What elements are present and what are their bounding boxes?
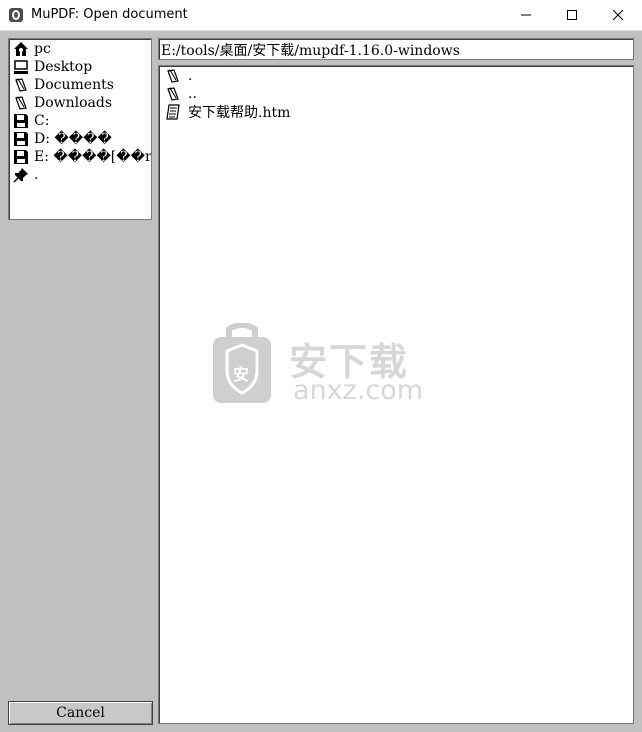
folder-icon: [165, 68, 181, 84]
watermark-badge: 安: [233, 365, 250, 384]
maximize-button[interactable]: [549, 0, 595, 30]
mupdf-app-icon: [8, 7, 24, 23]
place-label: Documents: [34, 77, 114, 93]
place-item-downloads[interactable]: Downloads: [13, 94, 112, 112]
document-icon: [165, 104, 181, 120]
place-item-drive-d[interactable]: D: ����: [13, 130, 112, 148]
file-list[interactable]: . .. 安下载帮助.htm 安 安下载 anxz.com: [158, 65, 634, 724]
minimize-button[interactable]: [503, 0, 549, 30]
place-item-pinned[interactable]: .: [13, 166, 38, 184]
file-name: .: [188, 68, 193, 84]
file-name: 安下载帮助.htm: [188, 105, 291, 121]
title-bar: MuPDF: Open document: [0, 0, 642, 31]
close-icon: [613, 10, 623, 20]
place-item-pc[interactable]: pc: [13, 40, 51, 58]
disk-icon: [13, 149, 29, 165]
watermark: 安 安下载 anxz.com: [213, 323, 433, 409]
place-label: Downloads: [34, 95, 113, 111]
watermark-domain: anxz.com: [293, 375, 424, 406]
home-icon: [13, 41, 29, 57]
place-item-drive-e[interactable]: E: ����[��r: [13, 148, 152, 166]
pin-icon: [13, 167, 29, 183]
places-list[interactable]: pc Desktop Documents Downloads C: D: ���…: [8, 38, 152, 220]
file-item-parent-dir[interactable]: ..: [165, 85, 197, 103]
computer-icon: [13, 59, 29, 75]
place-item-documents[interactable]: Documents: [13, 76, 114, 94]
folder-icon: [165, 86, 181, 102]
disk-icon: [13, 131, 29, 147]
path-text: E:/tools/桌面/安下载/mupdf-1.16.0-windows: [161, 43, 460, 59]
place-label: pc: [34, 41, 51, 57]
file-item-htm[interactable]: 安下载帮助.htm: [165, 103, 290, 121]
place-label: .: [34, 167, 39, 183]
place-label: Desktop: [34, 59, 93, 75]
place-label: C:: [34, 113, 50, 129]
cancel-button[interactable]: Cancel: [8, 701, 153, 725]
maximize-icon: [567, 10, 577, 20]
place-label: D: ����: [34, 131, 112, 147]
place-item-desktop[interactable]: Desktop: [13, 58, 92, 76]
path-field[interactable]: E:/tools/桌面/安下载/mupdf-1.16.0-windows: [158, 38, 634, 60]
place-label: E: ����[��r: [34, 149, 152, 165]
place-item-drive-c[interactable]: C:: [13, 112, 49, 130]
file-name: ..: [188, 86, 197, 102]
folder-icon: [13, 95, 29, 111]
file-item-current-dir[interactable]: .: [165, 67, 192, 85]
window-title: MuPDF: Open document: [31, 7, 188, 22]
disk-icon: [13, 113, 29, 129]
close-button[interactable]: [595, 0, 641, 30]
minimize-icon: [521, 14, 531, 16]
folder-icon: [13, 77, 29, 93]
